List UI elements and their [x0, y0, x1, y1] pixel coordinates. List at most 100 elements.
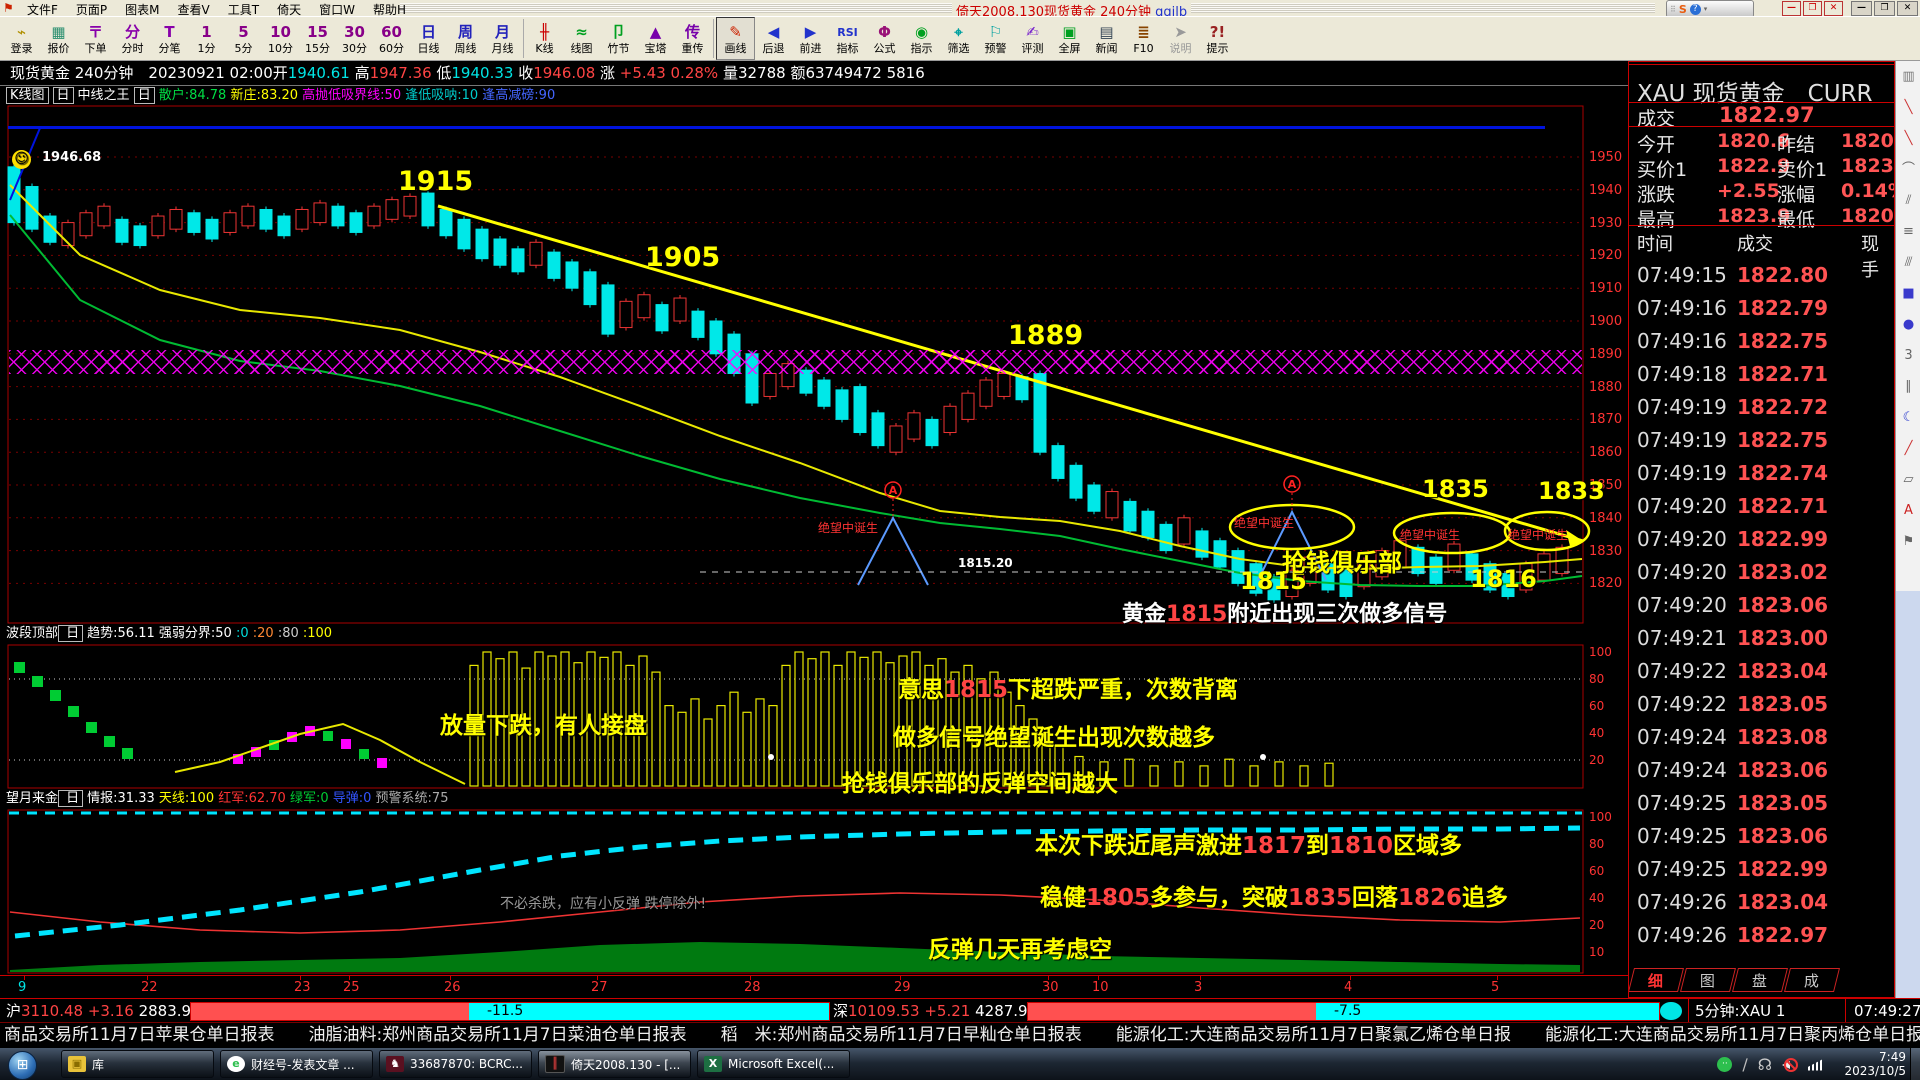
minimize-button[interactable]: —	[1851, 1, 1872, 16]
toolbar-button-预警[interactable]: ⚐预警	[977, 17, 1014, 60]
toolbar-button-下单[interactable]: 〒下单	[77, 17, 114, 60]
child-restore-button[interactable]: ❐	[1803, 1, 1822, 16]
restore-button[interactable]: ❐	[1874, 1, 1895, 16]
toolbar-button-登录[interactable]: ⌁登录	[3, 17, 40, 60]
toolbar-button-提示[interactable]: ?!提示	[1199, 17, 1236, 60]
ellipse-tool-icon[interactable]: ●	[1896, 309, 1920, 340]
taskbar-clock[interactable]: 7:49 2023/10/5	[1844, 1050, 1906, 1078]
flag-icon[interactable]: ⚑	[1896, 526, 1920, 557]
chart-icon: ║	[545, 1055, 565, 1073]
sales-row: 07:49:241823.08	[1629, 725, 1894, 758]
tab-盘[interactable]: 盘	[1732, 968, 1788, 992]
ime-help-icon[interactable]: ?	[1690, 4, 1701, 15]
moon-icon[interactable]: ☾	[1896, 402, 1920, 433]
tab-图[interactable]: 图	[1680, 968, 1736, 992]
toolbar-button-竹节[interactable]: 卩竹节	[600, 17, 637, 60]
toolbar-button-全屏[interactable]: ▣全屏	[1051, 17, 1088, 60]
news-ticker[interactable]: 商品交易所11月7日苹果仓单日报表 油脂油料:郑州商品交易所11月7日菜油仓单日…	[0, 1022, 1920, 1047]
ruler-icon[interactable]: ▥	[1896, 61, 1920, 92]
price-axis-label: 1870	[1589, 412, 1622, 427]
toolbar-button-画线[interactable]: ✎画线	[716, 17, 755, 60]
show-desktop-button[interactable]	[1910, 1048, 1920, 1080]
taskbar-button-2[interactable]: ♞33687870: BCRC...	[379, 1050, 532, 1078]
menu-item-2[interactable]: 图表M	[116, 0, 168, 16]
eraser-icon[interactable]: ▱	[1896, 464, 1920, 495]
trendline-icon[interactable]: ╲	[1896, 92, 1920, 123]
toolbar-label: 15分	[305, 43, 330, 55]
tab-成[interactable]: 成	[1784, 968, 1840, 992]
text-tool-icon[interactable]: A	[1896, 495, 1920, 526]
ime-collapse-icon[interactable]: ▾	[1704, 5, 1708, 13]
toolbar-button-分时[interactable]: 分分时	[114, 17, 151, 60]
quote-field-value: +2.55	[1717, 180, 1780, 202]
rotate3-icon[interactable]: 3	[1896, 340, 1920, 371]
toolbar-button-后退[interactable]: ◀后退	[755, 17, 792, 60]
toolbar-button-公式[interactable]: Φ公式	[866, 17, 903, 60]
分时-icon: 分	[125, 22, 140, 43]
price-axis-label: 1830	[1589, 544, 1622, 559]
volume-muted-icon[interactable]	[1782, 1058, 1798, 1072]
dotline-icon[interactable]: ╱	[1896, 433, 1920, 464]
toolbar-button-线图[interactable]: ≈线图	[563, 17, 600, 60]
筛选-icon: ⌖	[954, 22, 962, 43]
toolbar-button-1分[interactable]: 11分	[188, 17, 225, 60]
price-axis-label: 1860	[1589, 445, 1622, 460]
pen-tray-icon[interactable]: ∕	[1742, 1055, 1747, 1074]
toolbar-button-分笔[interactable]: T分笔	[151, 17, 188, 60]
dish-tray-icon[interactable]: ☊	[1758, 1055, 1772, 1074]
toolbar-button-说明[interactable]: ➤说明	[1162, 17, 1199, 60]
toolbar-button-10分[interactable]: 1010分	[262, 17, 299, 60]
arc-icon[interactable]: ⌒	[1896, 154, 1920, 185]
time-sales-list[interactable]: 07:49:151822.8007:49:161822.7907:49:1618…	[1629, 263, 1894, 956]
taskbar-button-0[interactable]: ▣库	[61, 1050, 214, 1078]
toolbar-button-K线[interactable]: ╫K线	[526, 17, 563, 60]
child-close-button[interactable]: ✕	[1824, 1, 1843, 16]
child-minimize-button[interactable]: —	[1782, 1, 1801, 16]
kline-panel-header[interactable]: K线图日中线之王 日散户:84.78 新庄:83.20 高抛低吸界线:50 逢低…	[0, 86, 1628, 105]
menu-item-0[interactable]: 文件F	[18, 0, 67, 16]
moon-gold-indicator-header[interactable]: 望月来金 日情报:31.33 天线:100 红军:62.70 绿军:0 导弹:0…	[0, 790, 1628, 808]
toolbar-button-筛选[interactable]: ⌖筛选	[940, 17, 977, 60]
menu-item-3[interactable]: 查看V	[169, 0, 219, 16]
header-segment: 收	[513, 64, 533, 82]
menu-item-4[interactable]: 工具T	[219, 0, 268, 16]
rect-tool-icon[interactable]: ■	[1896, 278, 1920, 309]
band-top-indicator-panel[interactable]	[0, 643, 1628, 790]
toolbar-button-报价[interactable]: ▦报价	[40, 17, 77, 60]
toolbar-button-F10[interactable]: ≣F10	[1125, 17, 1162, 60]
menu-item-6[interactable]: 窗口W	[310, 0, 364, 16]
toolbar-button-评测[interactable]: ✍评测	[1014, 17, 1051, 60]
toolbar-button-重传[interactable]: 传重传	[674, 17, 711, 60]
taskbar-button-4[interactable]: XMicrosoft Excel(...	[697, 1050, 850, 1078]
toolbar-button-5分[interactable]: 55分	[225, 17, 262, 60]
toolbar-button-周线[interactable]: 周周线	[447, 17, 484, 60]
toolbar-button-新闻[interactable]: ▤新闻	[1088, 17, 1125, 60]
period-indicator[interactable]: 5分钟:XAU 1	[1688, 999, 1785, 1023]
menu-item-7[interactable]: 帮助H	[364, 0, 415, 16]
taskbar-button-1[interactable]: e财经号-发表文章 ...	[220, 1050, 373, 1078]
toolbar-button-30分[interactable]: 3030分	[336, 17, 373, 60]
tab-细[interactable]: 细	[1628, 968, 1684, 992]
toolbar-button-15分[interactable]: 1515分	[299, 17, 336, 60]
toolbar-button-月线[interactable]: 月月线	[484, 17, 521, 60]
start-button[interactable]: ⊞	[8, 1051, 37, 1080]
toolbar-button-日线[interactable]: 日日线	[410, 17, 447, 60]
menu-item-1[interactable]: 页面P	[67, 0, 116, 16]
fanlines2-icon[interactable]: ⫻	[1896, 247, 1920, 278]
taskbar-button-3[interactable]: ║倚天2008.130 - [...	[538, 1050, 691, 1078]
ime-sogou-icon[interactable]: S	[1679, 3, 1687, 16]
bars-tool-icon[interactable]: ∥	[1896, 371, 1920, 402]
toolbar-button-60分[interactable]: 6060分	[373, 17, 410, 60]
hlines-icon[interactable]: ≡	[1896, 216, 1920, 247]
toolbar-button-前进[interactable]: ▶前进	[792, 17, 829, 60]
close-button[interactable]: ✕	[1897, 1, 1918, 16]
menu-item-5[interactable]: 倚天	[268, 0, 310, 16]
toolbar-button-指标[interactable]: RSI指标	[829, 17, 866, 60]
wechat-tray-icon[interactable]: ··	[1717, 1057, 1732, 1072]
fanlines-icon[interactable]: ⫽	[1896, 185, 1920, 216]
toolbar-label: 竹节	[608, 43, 630, 55]
toolbar-button-宝塔[interactable]: ▲宝塔	[637, 17, 674, 60]
network-signal-icon[interactable]	[1808, 1059, 1824, 1071]
trendline2-icon[interactable]: ╲	[1896, 123, 1920, 154]
toolbar-button-指示[interactable]: ◉指示	[903, 17, 940, 60]
